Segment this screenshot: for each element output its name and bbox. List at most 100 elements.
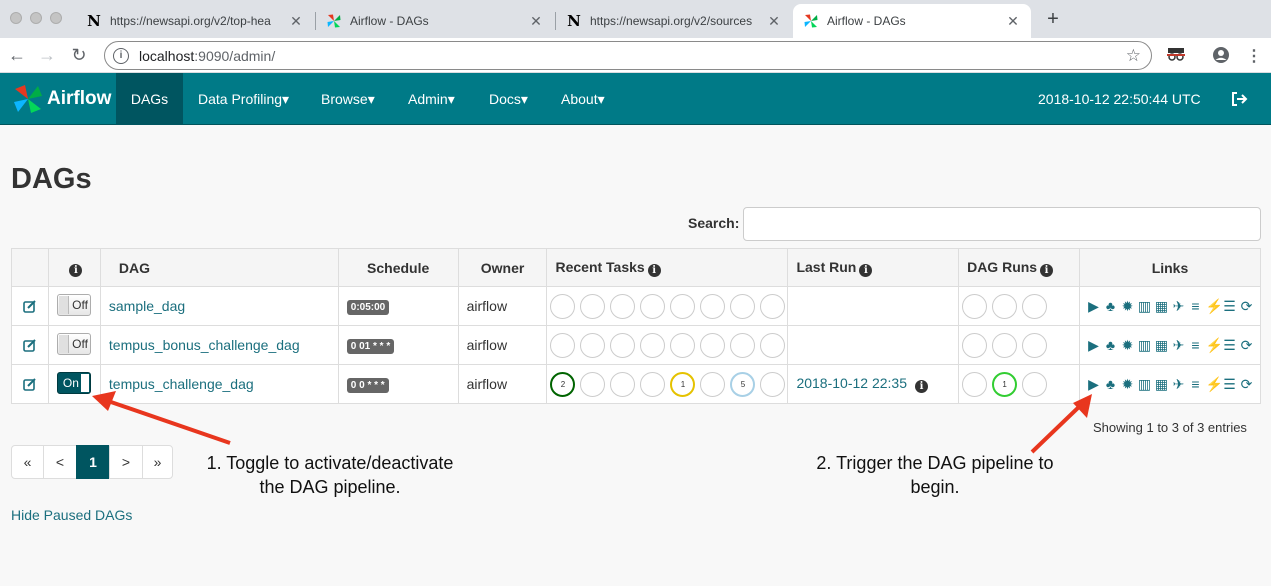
task-state-circle[interactable] (760, 293, 786, 319)
task-state-circle[interactable] (550, 332, 576, 358)
task-state-circle[interactable] (700, 371, 726, 397)
info-icon[interactable]: i (859, 263, 873, 277)
close-tab-icon[interactable]: ✕ (528, 13, 544, 30)
landing-times-icon[interactable]: ✈ (1171, 337, 1185, 354)
trigger-dag-icon[interactable]: ▶ (1086, 337, 1100, 354)
info-icon[interactable]: i (915, 380, 928, 393)
dag-link[interactable]: sample_dag (99, 286, 339, 326)
task-state-circle-success[interactable]: 2 (550, 371, 576, 397)
task-state-circle-upstream-failed[interactable]: 1 (670, 371, 696, 397)
col-schedule[interactable]: Schedule (337, 248, 459, 287)
airflow-logo[interactable]: Airflow (12, 83, 111, 115)
task-state-circle[interactable] (700, 293, 726, 319)
info-icon[interactable]: i (1040, 263, 1054, 277)
edit-icon[interactable] (23, 338, 37, 352)
pager-first[interactable]: « (11, 445, 44, 479)
tasks-duration-icon[interactable]: ▥ (1137, 337, 1151, 354)
task-state-circle[interactable] (640, 371, 666, 397)
gantt-icon[interactable]: ≡ (1188, 337, 1202, 354)
col-last-run[interactable]: Last Run i (787, 248, 960, 287)
task-state-circle[interactable] (700, 332, 726, 358)
browser-tab[interactable]: N https://newsapi.org/v2/sources ✕ (556, 4, 792, 38)
logs-icon[interactable]: ☰ (1222, 298, 1236, 315)
nav-data-profiling[interactable]: Data Profiling▾ (183, 73, 304, 125)
back-icon[interactable]: ← (6, 43, 28, 67)
window-minimize-button[interactable] (30, 12, 42, 24)
browser-tab[interactable]: Airflow - DAGs ✕ (316, 4, 554, 38)
reload-icon[interactable]: ↻ (68, 43, 90, 67)
graph-view-icon[interactable]: ✹ (1120, 376, 1134, 393)
tree-view-icon[interactable]: ♣ (1103, 337, 1117, 354)
close-tab-icon[interactable]: ✕ (766, 13, 782, 30)
dag-toggle[interactable]: On (56, 371, 91, 394)
dag-link[interactable]: tempus_bonus_challenge_dag (99, 325, 339, 365)
code-view-icon[interactable]: ⚡ (1205, 376, 1222, 393)
nav-docs[interactable]: Docs▾ (474, 73, 543, 125)
dag-link[interactable]: tempus_challenge_dag (99, 364, 339, 404)
gantt-icon[interactable]: ≡ (1188, 298, 1202, 315)
window-maximize-button[interactable] (50, 12, 62, 24)
task-state-circle[interactable] (670, 332, 696, 358)
site-info-icon[interactable]: i (113, 47, 129, 64)
code-view-icon[interactable]: ⚡ (1205, 337, 1222, 354)
search-input[interactable] (743, 207, 1261, 241)
task-state-circle[interactable] (760, 371, 786, 397)
task-tries-icon[interactable]: ▦ (1154, 298, 1168, 315)
task-state-circle[interactable] (640, 293, 666, 319)
tasks-duration-icon[interactable]: ▥ (1137, 298, 1151, 315)
task-state-circle[interactable] (580, 332, 606, 358)
logs-icon[interactable]: ☰ (1222, 376, 1236, 393)
task-state-circle[interactable] (580, 293, 606, 319)
nav-dags[interactable]: DAGs (116, 73, 183, 125)
graph-view-icon[interactable]: ✹ (1120, 337, 1134, 354)
task-state-circle[interactable] (760, 332, 786, 358)
task-state-circle[interactable] (610, 332, 636, 358)
pager-prev[interactable]: < (43, 445, 77, 479)
incognito-extension-icon[interactable] (1166, 46, 1186, 67)
run-state-circle[interactable] (962, 293, 988, 319)
browser-menu-icon[interactable]: ⋮ (1246, 46, 1262, 66)
browser-tab[interactable]: N https://newsapi.org/v2/top-hea ✕ (76, 4, 314, 38)
landing-times-icon[interactable]: ✈ (1171, 376, 1185, 393)
gantt-icon[interactable]: ≡ (1188, 376, 1202, 393)
forward-icon[interactable]: → (36, 43, 58, 67)
pager-next[interactable]: > (109, 445, 143, 479)
task-state-circle-scheduled[interactable]: 5 (730, 371, 756, 397)
refresh-icon[interactable]: ⟳ (1239, 298, 1253, 315)
col-owner[interactable]: Owner (457, 248, 548, 287)
task-state-circle[interactable] (580, 371, 606, 397)
code-view-icon[interactable]: ⚡ (1205, 298, 1222, 315)
run-state-circle[interactable] (1022, 371, 1048, 397)
info-icon[interactable]: i (69, 263, 83, 277)
col-dag-runs[interactable]: DAG Runs i (958, 248, 1080, 287)
run-state-circle[interactable] (1022, 293, 1048, 319)
last-run[interactable]: 2018-10-12 22:35 i (787, 364, 960, 404)
tasks-duration-icon[interactable]: ▥ (1137, 376, 1151, 393)
dag-toggle[interactable]: Off (56, 332, 91, 355)
run-state-circle[interactable] (962, 371, 988, 397)
task-state-circle[interactable] (610, 293, 636, 319)
dag-toggle[interactable]: Off (56, 293, 91, 316)
nav-about[interactable]: About▾ (546, 73, 620, 125)
run-state-circle[interactable] (1022, 332, 1048, 358)
trigger-dag-icon[interactable]: ▶ (1086, 298, 1100, 315)
info-icon[interactable]: i (647, 263, 661, 277)
logout-icon[interactable] (1230, 90, 1248, 108)
edit-icon[interactable] (23, 377, 37, 391)
refresh-icon[interactable]: ⟳ (1239, 376, 1253, 393)
close-tab-icon[interactable]: ✕ (1005, 13, 1021, 30)
nav-admin[interactable]: Admin▾ (393, 73, 470, 125)
hide-paused-dags-link[interactable]: Hide Paused DAGs (11, 507, 132, 523)
pager-page-1[interactable]: 1 (76, 445, 110, 479)
run-state-circle-running[interactable]: 1 (992, 371, 1018, 397)
edit-icon[interactable] (23, 299, 37, 313)
profile-icon[interactable] (1212, 46, 1230, 69)
task-state-circle[interactable] (610, 371, 636, 397)
tree-view-icon[interactable]: ♣ (1103, 298, 1117, 315)
browser-tab-active[interactable]: Airflow - DAGs ✕ (793, 4, 1031, 38)
col-recent-tasks[interactable]: Recent Tasks i (546, 248, 789, 287)
trigger-dag-icon[interactable]: ▶ (1086, 376, 1100, 393)
tree-view-icon[interactable]: ♣ (1103, 376, 1117, 393)
new-tab-button[interactable]: + (1042, 8, 1064, 30)
run-state-circle[interactable] (962, 332, 988, 358)
